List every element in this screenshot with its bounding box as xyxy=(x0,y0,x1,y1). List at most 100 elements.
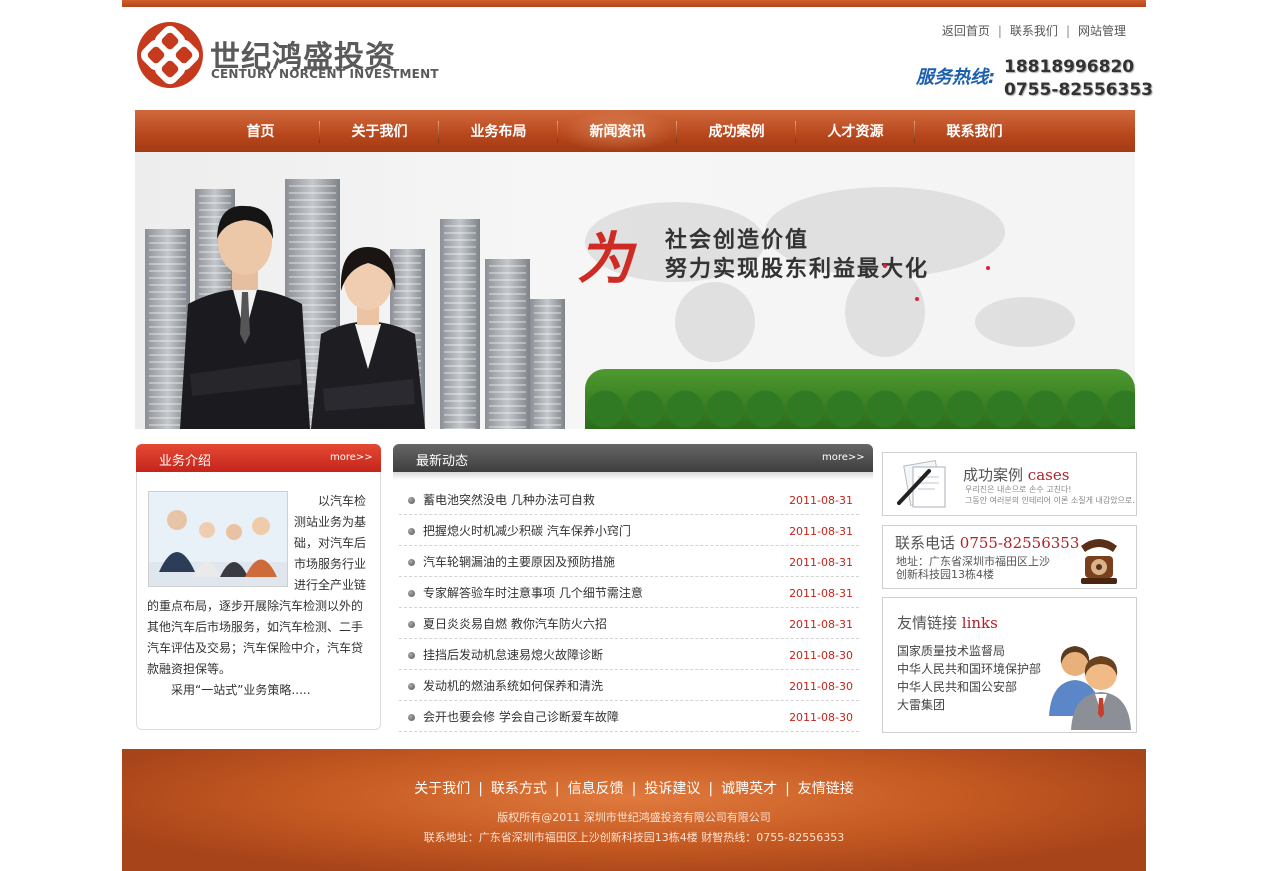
contact-phone-card: 联系电话 0755-82556353 地址：广东省深圳市福田区上沙 创新科技园1… xyxy=(882,525,1137,589)
businessman-image xyxy=(180,205,310,429)
logo-text-en: CENTURY NORCENT INVESTMENT xyxy=(211,67,439,81)
nav-item-talent[interactable]: 人才资源 xyxy=(796,110,915,152)
news-date: 2011-08-31 xyxy=(789,618,853,631)
success-cases-title: 成功案例 cases xyxy=(963,464,1069,485)
separator: | xyxy=(631,781,637,797)
bullet-icon xyxy=(408,652,415,659)
news-item[interactable]: 会开也要会修 学会自己诊断爱车故障 2011-08-30 xyxy=(399,701,859,732)
footer-link-contact[interactable]: 联系方式 xyxy=(491,781,547,797)
business-intro-text: 以汽车检测站业务为基础，对汽车后市场服务行业进行全产业链的重点布局，逐步开展除汽… xyxy=(147,491,373,701)
bullet-icon xyxy=(408,590,415,597)
hotline-phone-landline: 0755-82556353 xyxy=(1004,80,1153,100)
news-item[interactable]: 专家解答验车时注意事项 几个细节需注意 2011-08-31 xyxy=(399,577,859,608)
separator: | xyxy=(1065,24,1070,38)
slogan-mark: 为 xyxy=(577,227,633,292)
footer-address: 联系地址：广东省深圳市福田区上沙创新科技园13栋4楼 财智热线：0755-825… xyxy=(423,831,845,844)
news-item[interactable]: 蓄电池突然没电 几种办法可自救 2011-08-31 xyxy=(399,484,859,515)
latest-news-header: 最新动态 more>> xyxy=(393,444,873,480)
logo-emblem-icon xyxy=(137,22,203,88)
separator: | xyxy=(478,781,483,797)
success-cases-card[interactable]: 成功案例 cases 우리진은 내손으로 손수 고친다! 그동안 여러분의 인테… xyxy=(882,452,1137,516)
news-item[interactable]: 发动机的燃油系统如何保养和清洗 2011-08-30 xyxy=(399,670,859,701)
news-item[interactable]: 夏日炎炎易自燃 教你汽车防火六招 2011-08-31 xyxy=(399,608,859,639)
nav-item-cases[interactable]: 成功案例 xyxy=(677,110,796,152)
main-nav: 首页 关于我们 业务布局 新闻资讯 成功案例 人才资源 联系我们 xyxy=(135,110,1135,152)
footer-copyright: 版权所有@2011 深圳市世纪鸿盛投资有限公司有限公司 xyxy=(497,811,771,824)
slogan-line-1: 社会创造价值 xyxy=(665,228,810,253)
news-date: 2011-08-30 xyxy=(789,649,853,662)
nav-item-business[interactable]: 业务布局 xyxy=(439,110,558,152)
footer-link-feedback[interactable]: 信息反馈 xyxy=(568,781,624,797)
news-item[interactable]: 挂挡后发动机怠速易熄火故障诊断 2011-08-30 xyxy=(399,639,859,670)
news-list: 蓄电池突然没电 几种办法可自救 2011-08-31 把握熄火时机减少积碳 汽车保… xyxy=(399,484,859,732)
bullet-icon xyxy=(408,621,415,628)
building-graphic xyxy=(530,299,565,429)
map-dot xyxy=(883,264,887,268)
business-intro-header: 业务介绍 more>> xyxy=(136,444,381,472)
bullet-icon xyxy=(408,497,415,504)
business-intro-paragraph: 采用“一站式”业务策略..... xyxy=(171,683,311,697)
news-title: 发动机的燃油系统如何保养和清洗 xyxy=(423,679,604,693)
news-date: 2011-08-31 xyxy=(789,556,853,569)
nav-item-news[interactable]: 新闻资讯 xyxy=(558,110,677,152)
news-item[interactable]: 把握熄火时机减少积碳 汽车保养小窍门 2011-08-31 xyxy=(399,515,859,546)
top-accent-bar xyxy=(122,0,1146,7)
news-title: 把握熄火时机减少积碳 汽车保养小窍门 xyxy=(423,524,631,538)
bullet-icon xyxy=(408,528,415,535)
site-logo[interactable]: 世纪鸿盛投资 CENTURY NORCENT INVESTMENT xyxy=(135,20,439,92)
news-title: 会开也要会修 学会自己诊断爱车故障 xyxy=(423,710,619,724)
footer-link-about[interactable]: 关于我们 xyxy=(414,781,470,797)
footer-link-complaints[interactable]: 投诉建议 xyxy=(644,781,700,797)
news-item[interactable]: 汽车轮辋漏油的主要原因及预防措施 2011-08-31 xyxy=(399,546,859,577)
news-title: 汽车轮辋漏油的主要原因及预防措施 xyxy=(423,555,616,569)
link-admin[interactable]: 网站管理 xyxy=(1078,24,1126,38)
success-cases-caption: 우리진은 내손으로 손수 고친다! 그동안 여러분의 인테리어 이론 소질게 내… xyxy=(965,484,1135,506)
separator: | xyxy=(708,781,714,797)
business-intro-more-link[interactable]: more>> xyxy=(330,452,373,463)
top-links: 返回首页 | 联系我们 | 网站管理 xyxy=(942,22,1126,39)
contact-title-label: 联系电话 xyxy=(895,534,956,552)
bullet-icon xyxy=(408,683,415,690)
businesswoman-image xyxy=(311,247,425,429)
success-cases-title-en: cases xyxy=(1027,466,1070,484)
business-intro-panel: 业务介绍 more>> 以汽车检测站业务为基础，对汽车后市场服务行业进行全产业链… xyxy=(136,444,381,730)
separator: | xyxy=(997,24,1002,38)
link-home[interactable]: 返回首页 xyxy=(942,24,990,38)
footer-link-friend-links[interactable]: 友情链接 xyxy=(798,781,854,797)
bullet-icon xyxy=(408,559,415,566)
news-date: 2011-08-30 xyxy=(789,711,853,724)
map-dot xyxy=(915,297,919,301)
footer-nav: 关于我们 | 联系方式 | 信息反馈 | 投诉建议 | 诚聘英才 | 友情链接 xyxy=(122,778,1146,798)
friend-links-title: 友情链接 links xyxy=(897,612,998,633)
link-contact[interactable]: 联系我们 xyxy=(1010,24,1058,38)
news-date: 2011-08-31 xyxy=(789,525,853,538)
friend-link-item[interactable]: 国家质量技术监督局 xyxy=(897,642,1041,660)
contact-phone-number: 0755-82556353 xyxy=(959,534,1080,552)
friend-link-item[interactable]: 中华人民共和国公安部 xyxy=(897,678,1041,696)
nav-item-contact[interactable]: 联系我们 xyxy=(915,110,1034,152)
friend-link-item[interactable]: 大雷集团 xyxy=(897,696,1041,714)
separator: | xyxy=(554,781,560,797)
footer: 关于我们 | 联系方式 | 信息反馈 | 投诉建议 | 诚聘英才 | 友情链接 版权所有@2011 … xyxy=(122,749,1146,871)
latest-news-more-link[interactable]: more>> xyxy=(822,452,865,463)
separator: | xyxy=(785,781,790,797)
news-date: 2011-08-30 xyxy=(789,680,853,693)
latest-news-title: 最新动态 xyxy=(416,454,469,469)
friend-link-item[interactable]: 中华人民共和国环境保护部 xyxy=(897,660,1041,678)
hotline-phones: 18818996820 0755-82556353 xyxy=(1004,56,1153,102)
nav-item-about[interactable]: 关于我们 xyxy=(320,110,439,152)
nav-item-home[interactable]: 首页 xyxy=(201,110,320,152)
news-date: 2011-08-31 xyxy=(789,587,853,600)
news-title: 挂挡后发动机怠速易熄火故障诊断 xyxy=(423,648,604,662)
footer-link-careers[interactable]: 诚聘英才 xyxy=(721,781,777,797)
users-icon xyxy=(1049,646,1131,730)
latest-news-panel: 最新动态 more>> 蓄电池突然没电 几种办法可自救 2011-08-31 把握… xyxy=(393,444,873,744)
business-intro-title: 业务介绍 xyxy=(159,454,212,469)
contact-address-line: 地址：广东省深圳市福田区上沙 xyxy=(896,555,1050,568)
documents-pen-icon xyxy=(897,459,946,508)
contact-title: 联系电话 0755-82556353 xyxy=(895,532,1079,553)
building-graphic xyxy=(440,219,480,429)
trees-graphic xyxy=(585,369,1135,429)
news-date: 2011-08-31 xyxy=(789,494,853,507)
friend-links-title-cn: 友情链接 xyxy=(897,614,958,632)
